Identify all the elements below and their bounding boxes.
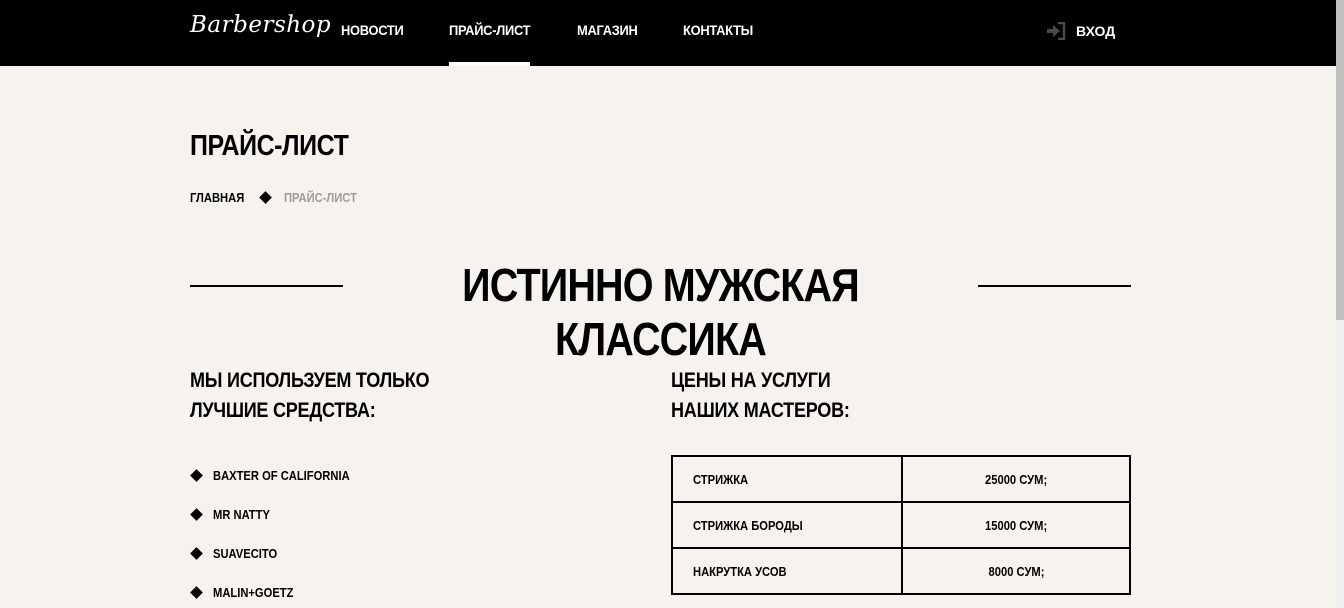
- service-cell: НАКРУТКА УСОВ: [671, 547, 903, 595]
- list-item: MALIN+GOETZ: [190, 573, 372, 608]
- list-item: MR NATTY: [190, 495, 372, 534]
- brand-name: BAXTER OF CALIFORNIA: [213, 468, 350, 483]
- products-title: МЫ ИСПОЛЬЗУЕМ ТОЛЬКО ЛУЧШИЕ СРЕДСТВА:: [190, 366, 430, 426]
- nav-item-news[interactable]: НОВОСТИ: [341, 0, 404, 66]
- diamond-bullet-icon: [190, 469, 203, 482]
- hero-divider-left: [190, 285, 343, 287]
- sign-in-icon: [1047, 22, 1066, 40]
- breadcrumb: ГЛАВНАЯ ПРАЙС-ЛИСТ: [190, 190, 369, 205]
- page-scrollbar[interactable]: [1336, 0, 1344, 608]
- login-link[interactable]: ВХОД: [1046, 20, 1115, 42]
- prices-title-line1: ЦЕНЫ НА УСЛУГИ: [671, 369, 831, 392]
- brand-name: SUAVECITO: [213, 546, 278, 561]
- list-item: BAXTER OF CALIFORNIA: [190, 456, 372, 495]
- barbershop-logo[interactable]: Barbershop: [190, 12, 331, 38]
- table-row: НАКРУТКА УСОВ 8000 СУМ;: [671, 547, 1131, 595]
- diamond-bullet-icon: [190, 508, 203, 521]
- price-cell: 8000 СУМ;: [901, 547, 1131, 595]
- price-cell: 15000 СУМ;: [901, 501, 1131, 549]
- service-cell: СТРИЖКА БОРОДЫ: [671, 501, 903, 549]
- breadcrumb-separator-diamond-icon: [259, 191, 272, 204]
- service-name: СТРИЖКА: [693, 471, 749, 487]
- price-value: 15000 СУМ;: [984, 517, 1048, 533]
- scrollbar-thumb[interactable]: [1336, 0, 1344, 320]
- service-cell: СТРИЖКА: [671, 455, 903, 503]
- login-label: ВХОД: [1076, 23, 1116, 39]
- site-header: Barbershop НОВОСТИ ПРАЙС-ЛИСТ МАГАЗИН КО…: [0, 0, 1336, 66]
- breadcrumb-current: ПРАЙС-ЛИСТ: [284, 190, 358, 205]
- prices-title-line2: НАШИХ МАСТЕРОВ:: [671, 399, 850, 422]
- prices-title: ЦЕНЫ НА УСЛУГИ НАШИХ МАСТЕРОВ:: [671, 366, 850, 426]
- nav-item-price-list[interactable]: ПРАЙС-ЛИСТ: [448, 0, 531, 66]
- diamond-bullet-icon: [190, 547, 203, 560]
- price-cell: 25000 СУМ;: [901, 455, 1131, 503]
- brand-name: MR NATTY: [213, 507, 270, 522]
- products-title-line2: ЛУЧШИЕ СРЕДСТВА:: [190, 399, 376, 422]
- price-value: 25000 СУМ;: [984, 471, 1048, 487]
- service-name: НАКРУТКА УСОВ: [693, 563, 787, 579]
- products-title-line1: МЫ ИСПОЛЬЗУЕМ ТОЛЬКО: [190, 369, 430, 392]
- table-row: СТРИЖКА БОРОДЫ 15000 СУМ;: [671, 501, 1131, 549]
- nav-item-shop[interactable]: МАГАЗИН: [577, 0, 638, 66]
- price-value: 8000 СУМ;: [988, 563, 1044, 579]
- main-nav: НОВОСТИ ПРАЙС-ЛИСТ МАГАЗИН КОНТАКТЫ: [341, 0, 799, 66]
- brand-name: MALIN+GOETZ: [213, 585, 294, 600]
- diamond-bullet-icon: [190, 586, 203, 599]
- table-row: СТРИЖКА 25000 СУМ;: [671, 455, 1131, 503]
- nav-item-contacts[interactable]: КОНТАКТЫ: [683, 0, 753, 66]
- breadcrumb-home-link[interactable]: ГЛАВНАЯ: [190, 190, 244, 205]
- brand-list: BAXTER OF CALIFORNIA MR NATTY SUAVECITO …: [190, 456, 372, 608]
- hero-title: ИСТИННО МУЖСКАЯ КЛАССИКА: [462, 259, 860, 365]
- page-title: ПРАЙС-ЛИСТ: [190, 130, 349, 162]
- list-item: SUAVECITO: [190, 534, 372, 573]
- hero-divider-right: [978, 285, 1131, 287]
- price-table: СТРИЖКА 25000 СУМ; СТРИЖКА БОРОДЫ 15000 …: [671, 455, 1131, 595]
- service-name: СТРИЖКА БОРОДЫ: [693, 517, 803, 533]
